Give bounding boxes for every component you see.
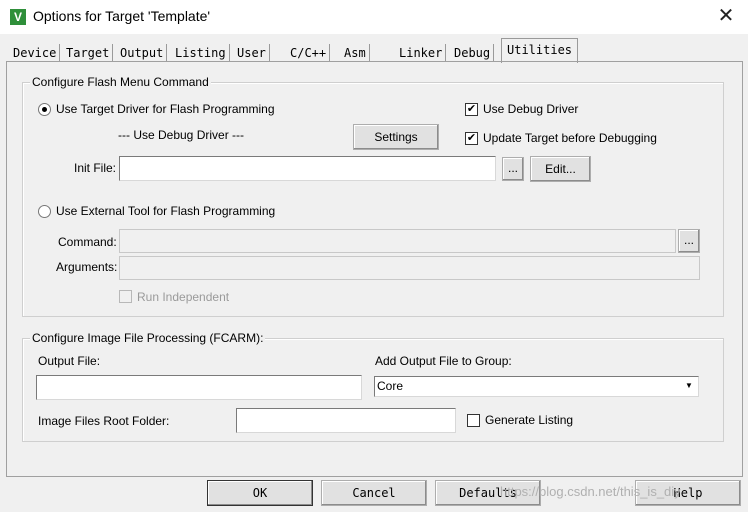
flash-group-label: Configure Flash Menu Command <box>30 75 211 89</box>
tab-output[interactable]: Output <box>117 44 168 62</box>
cancel-button[interactable]: Cancel <box>321 480 427 506</box>
use-debug-driver-label: Use Debug Driver <box>483 102 579 116</box>
use-target-driver-radio[interactable] <box>38 103 51 116</box>
use-debug-driver-checkbox[interactable]: ✔ <box>465 103 478 116</box>
tab-debug[interactable]: Debug <box>451 44 495 62</box>
init-file-input[interactable] <box>119 156 496 181</box>
command-label: Command: <box>58 235 117 249</box>
settings-button[interactable]: Settings <box>353 124 439 150</box>
update-target-label: Update Target before Debugging <box>483 131 657 145</box>
run-independent-checkbox <box>119 290 132 303</box>
root-folder-label: Image Files Root Folder: <box>38 414 170 428</box>
keil-app-icon: V <box>10 9 26 25</box>
flash-group <box>22 82 724 317</box>
run-independent-label: Run Independent <box>137 290 230 304</box>
output-file-label: Output File: <box>38 354 101 368</box>
edit-button[interactable]: Edit... <box>530 156 591 182</box>
command-browse-button[interactable]: ... <box>678 229 700 253</box>
init-file-label: Init File: <box>74 161 117 175</box>
group-select-value: Core <box>377 379 404 393</box>
root-folder-input[interactable] <box>236 408 456 433</box>
tab-user[interactable]: User <box>234 44 270 62</box>
window-title: Options for Target 'Template' <box>33 8 211 24</box>
update-target-checkbox[interactable]: ✔ <box>465 132 478 145</box>
driver-select[interactable]: --- Use Debug Driver --- <box>118 128 244 142</box>
tab-device[interactable]: Device <box>10 44 61 62</box>
use-target-driver-label: Use Target Driver for Flash Programming <box>56 102 275 116</box>
tab-linker[interactable]: Linker <box>396 44 447 62</box>
generate-listing-label: Generate Listing <box>485 413 574 427</box>
ok-button[interactable]: OK <box>207 480 313 506</box>
tab-c-cpp[interactable]: C/C++ <box>287 44 331 62</box>
init-file-browse-button[interactable]: ... <box>502 157 524 181</box>
use-external-tool-radio[interactable] <box>38 205 51 218</box>
tab-target[interactable]: Target <box>63 44 114 62</box>
group-select[interactable]: Core ▼ <box>374 376 699 397</box>
add-output-group-label: Add Output File to Group: <box>375 354 512 368</box>
tab-utilities[interactable]: Utilities <box>501 38 579 63</box>
watermark-text: https://blog.csdn.net/this_is_diy <box>500 484 681 499</box>
arguments-input <box>119 256 700 280</box>
command-input <box>119 229 676 253</box>
output-file-input[interactable] <box>36 375 362 400</box>
use-external-tool-label: Use External Tool for Flash Programming <box>56 204 276 218</box>
tab-listing[interactable]: Listing <box>172 44 230 62</box>
image-group-label: Configure Image File Processing (FCARM): <box>30 331 266 345</box>
arguments-label: Arguments: <box>56 260 118 274</box>
tab-asm[interactable]: Asm <box>341 44 370 62</box>
close-icon[interactable]: ✕ <box>716 6 736 26</box>
chevron-down-icon[interactable]: ▼ <box>682 379 696 393</box>
generate-listing-checkbox[interactable] <box>467 414 480 427</box>
